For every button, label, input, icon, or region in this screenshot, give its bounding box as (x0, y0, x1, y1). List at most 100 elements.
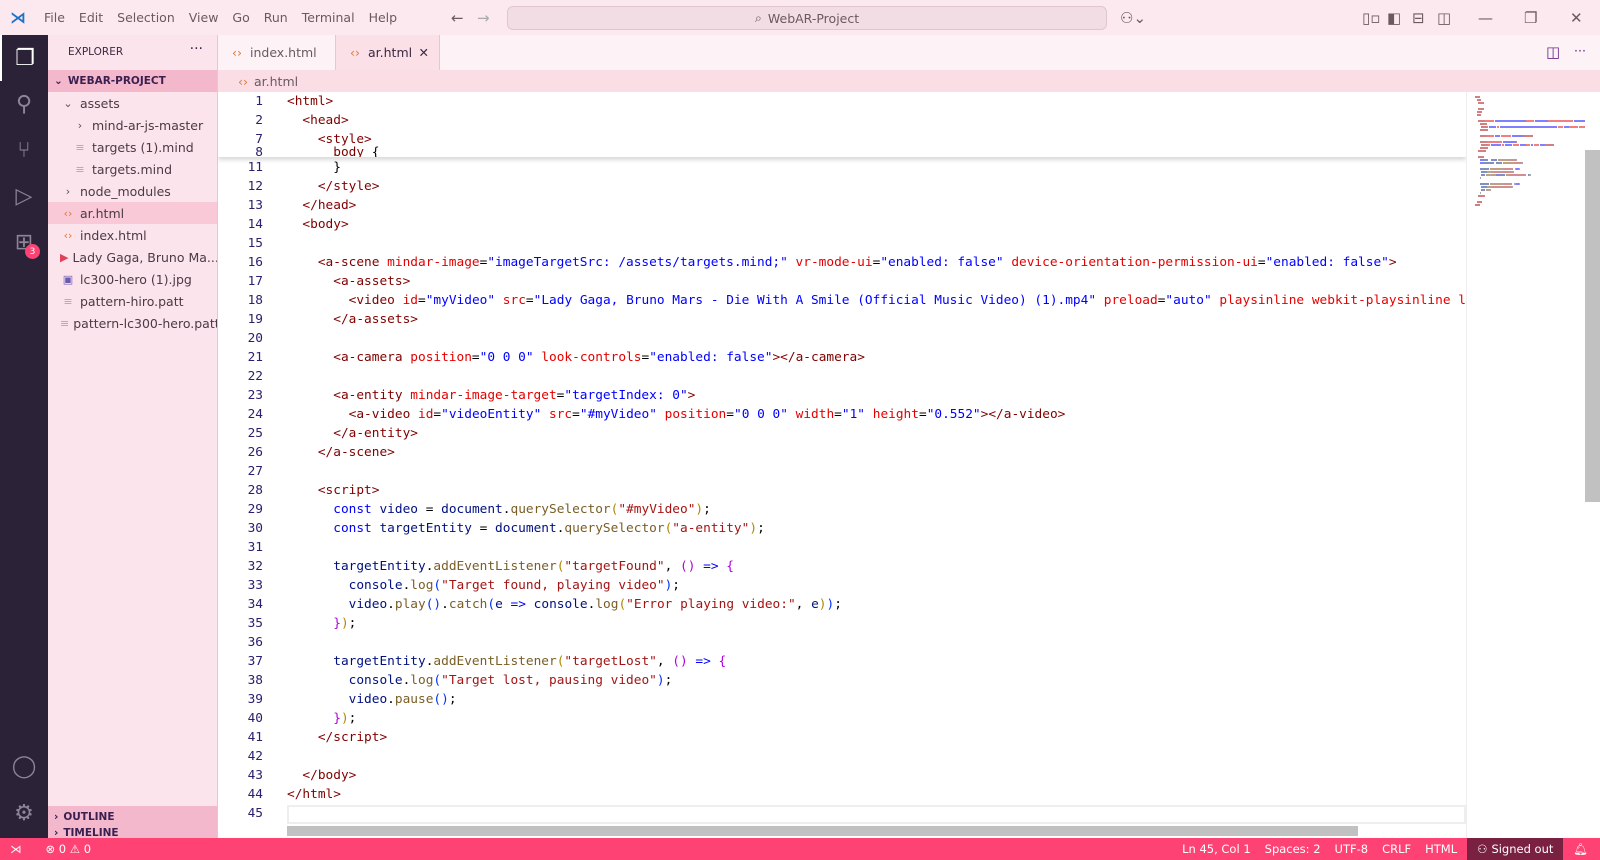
files-icon[interactable]: ❐ (0, 35, 48, 81)
tree-item[interactable]: ≡ targets (1).mind (48, 136, 217, 158)
toggle-secondary-sidebar-icon[interactable]: ◫ (1437, 9, 1451, 27)
code-line[interactable]: 40 }); (218, 709, 1466, 728)
notifications-bell-icon[interactable]: 🔔︎ (1573, 842, 1588, 856)
tab-index-html[interactable]: ‹› index.html (218, 35, 336, 70)
split-editor-icon[interactable]: ◫ (1546, 43, 1560, 61)
tree-item[interactable]: ⌄ assets (48, 92, 217, 114)
code-line[interactable]: 43 </body> (218, 766, 1466, 785)
code-line[interactable]: 17 <a-assets> (218, 272, 1466, 291)
remote-icon[interactable]: ⋊ (10, 842, 22, 856)
indentation[interactable]: Spaces: 2 (1265, 842, 1321, 856)
code-line[interactable]: 11 } (218, 158, 1466, 177)
menu-edit[interactable]: Edit (79, 10, 103, 25)
encoding[interactable]: UTF-8 (1335, 842, 1369, 856)
code-line[interactable]: 29 const video = document.querySelector(… (218, 500, 1466, 519)
code-line[interactable]: 13 </head> (218, 196, 1466, 215)
language-mode[interactable]: HTML (1425, 842, 1457, 856)
code-line[interactable]: 31 (218, 538, 1466, 557)
account-status[interactable]: ⚇ Signed out (1467, 838, 1564, 860)
tree-item[interactable]: ▣ lc300-hero (1).jpg (48, 268, 217, 290)
more-actions-icon[interactable]: ··· (1574, 43, 1586, 58)
menu-help[interactable]: Help (369, 10, 398, 25)
menu-file[interactable]: File (44, 10, 65, 25)
code-line[interactable]: 16 <a-scene mindar-image = "imageTargetSrc… (218, 253, 1466, 272)
extensions-icon[interactable]: ⊞ 3 (0, 219, 48, 265)
code-line[interactable]: 19 </a-assets> (218, 310, 1466, 329)
code-line[interactable]: 1 <html> (218, 92, 1466, 111)
minimap[interactable] (1466, 92, 1585, 838)
code-line[interactable]: 41 </script> (218, 728, 1466, 747)
customize-layout-icon[interactable]: ▯▫ (1362, 9, 1380, 27)
code-line[interactable]: 18 <video id="myVideo" src="Lady Gaga, B… (218, 291, 1466, 310)
code-line[interactable]: 24 <a-video id="videoEntity" src="#myVid… (218, 405, 1466, 424)
copilot-icon[interactable]: ⚇⌄ (1120, 9, 1146, 27)
sticky-scroll[interactable]: 1 <html> 2 <head> 7 <style> 8 body { (218, 92, 1466, 157)
code-line[interactable]: 2 <head> (218, 111, 1466, 130)
menu-run[interactable]: Run (264, 10, 288, 25)
breadcrumb-item[interactable]: ar.html (254, 74, 298, 89)
tree-item[interactable]: › node_modules (48, 180, 217, 202)
code-line[interactable]: 12 </style> (218, 177, 1466, 196)
code-line[interactable]: 34 video.play().catch(e => console.log("… (218, 595, 1466, 614)
more-actions-icon[interactable]: ··· (190, 41, 203, 57)
code-line[interactable]: 25 </a-entity> (218, 424, 1466, 443)
menu-terminal[interactable]: Terminal (302, 10, 355, 25)
cursor-position[interactable]: Ln 45, Col 1 (1182, 842, 1251, 856)
problems-indicator[interactable]: ⊗ 0 ⚠ 0 (46, 842, 92, 856)
tab-ar-html[interactable]: ‹› ar.html ✕ (336, 35, 440, 70)
menu-go[interactable]: Go (232, 10, 249, 25)
close-window-icon[interactable]: ✕ (1570, 9, 1583, 27)
code-line[interactable]: 26 </a-scene> (218, 443, 1466, 462)
tree-item[interactable]: › mind-ar-js-master (48, 114, 217, 136)
tree-item[interactable]: ≡ targets.mind (48, 158, 217, 180)
line-ending[interactable]: CRLF (1382, 842, 1411, 856)
project-section-header[interactable]: ⌄ WEBAR-PROJECT (48, 70, 217, 92)
minimize-icon[interactable]: — (1478, 9, 1493, 27)
code-line[interactable]: 20 (218, 329, 1466, 348)
menu-selection[interactable]: Selection (117, 10, 175, 25)
tree-item[interactable]: ≡ pattern-lc300-hero.patt (48, 312, 217, 334)
code-line[interactable]: 35 }); (218, 614, 1466, 633)
code-editor[interactable]: 1 <html> 2 <head> 7 <style> 8 body { 11 } 12 … (218, 92, 1466, 838)
command-center-search[interactable]: ⌕ WebAR-Project (507, 6, 1107, 30)
toggle-primary-sidebar-icon[interactable]: ◧ (1387, 9, 1401, 27)
code-line[interactable]: 39 video.pause(); (218, 690, 1466, 709)
gear-icon[interactable]: ⚙ (0, 790, 48, 836)
toggle-panel-icon[interactable]: ⊟ (1412, 9, 1425, 27)
code-line[interactable]: 14 <body> (218, 215, 1466, 234)
code-line[interactable]: 27 (218, 462, 1466, 481)
code-line[interactable]: 15 (218, 234, 1466, 253)
tree-item[interactable]: ‹› ar.html (48, 202, 217, 224)
tree-item[interactable]: ▶ Lady Gaga, Bruno Ma... (48, 246, 217, 268)
code-line[interactable]: 42 (218, 747, 1466, 766)
outline-section-header[interactable]: › OUTLINE (48, 806, 217, 828)
back-arrow-icon[interactable]: ← (451, 9, 464, 27)
code-line[interactable]: 37 targetEntity.addEventListener("target… (218, 652, 1466, 671)
restore-icon[interactable]: ❐ (1524, 9, 1537, 27)
menu-view[interactable]: View (189, 10, 219, 25)
source-control-icon[interactable]: ⑂ (0, 127, 48, 173)
close-tab-icon[interactable]: ✕ (419, 45, 429, 60)
run-debug-icon[interactable]: ▷ (0, 173, 48, 219)
code-line[interactable]: 30 const targetEntity = document.querySe… (218, 519, 1466, 538)
horizontal-scrollbar[interactable] (287, 826, 1358, 836)
code-line[interactable]: 32 targetEntity.addEventListener("target… (218, 557, 1466, 576)
forward-arrow-icon[interactable]: → (477, 9, 490, 27)
code-line[interactable]: 38 console.log("Target lost, pausing vid… (218, 671, 1466, 690)
timeline-section-header[interactable]: › TIMELINE (48, 827, 217, 839)
search-icon[interactable]: ⚲ (0, 81, 48, 127)
code-line[interactable]: 28 <script> (218, 481, 1466, 500)
minimap-mark (1479, 123, 1488, 125)
tree-item[interactable]: ≡ pattern-hiro.patt (48, 290, 217, 312)
code-line[interactable]: 21 <a-camera position="0 0 0" look-contr… (218, 348, 1466, 367)
code-line[interactable]: 33 console.log("Target found, playing vi… (218, 576, 1466, 595)
account-icon[interactable]: ◯ (0, 743, 48, 789)
tree-item[interactable]: ‹› index.html (48, 224, 217, 246)
code-line[interactable]: 44 </html> (218, 785, 1466, 804)
code-line[interactable]: 8 body { (218, 143, 1466, 157)
code-line[interactable]: 36 (218, 633, 1466, 652)
code-line[interactable]: 23 <a-entity mindar-image-target="target… (218, 386, 1466, 405)
code-line[interactable]: 22 (218, 367, 1466, 386)
vertical-scrollbar[interactable] (1585, 150, 1600, 502)
